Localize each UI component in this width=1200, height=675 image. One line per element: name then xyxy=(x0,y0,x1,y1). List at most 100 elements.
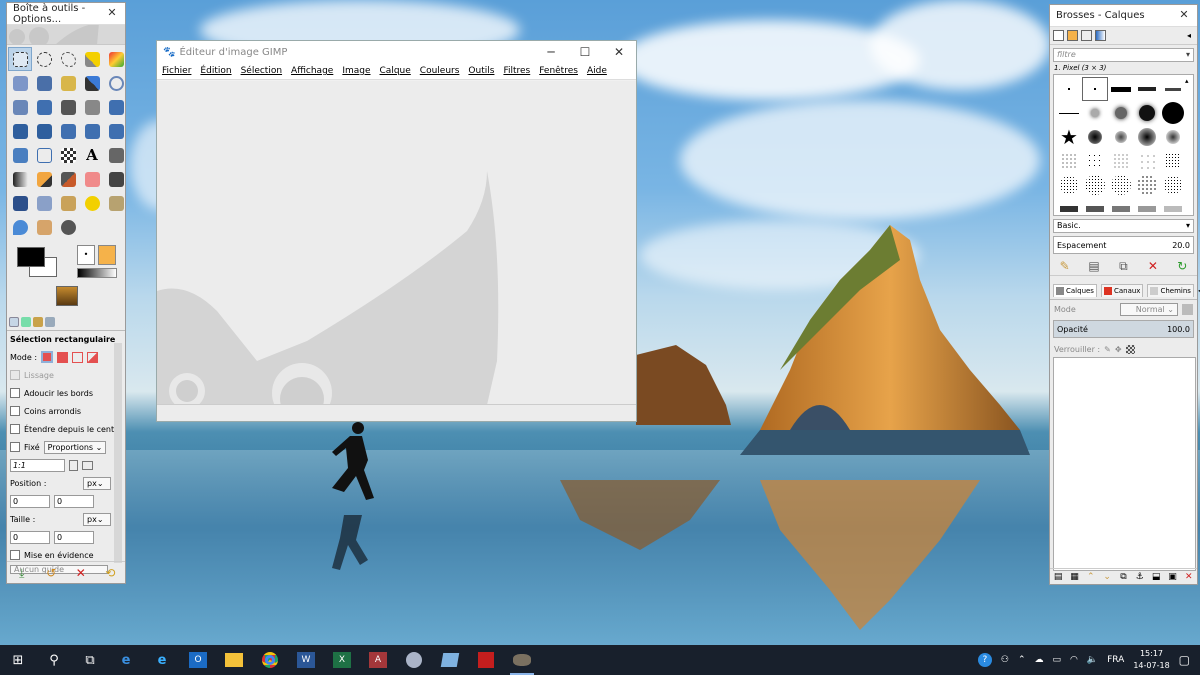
search-icon[interactable]: ⚲ xyxy=(36,645,72,675)
brush-item[interactable] xyxy=(1082,149,1108,173)
chevron-down-icon[interactable]: ▾ xyxy=(1186,220,1190,232)
menu-filtres[interactable]: Filtres xyxy=(503,66,530,76)
outlook-icon[interactable]: O xyxy=(180,645,216,675)
delete-options-icon[interactable]: ✕ xyxy=(75,567,87,579)
mode-intersect-icon[interactable] xyxy=(87,351,99,363)
menu-outils[interactable]: Outils xyxy=(468,66,494,76)
brush-item[interactable] xyxy=(1134,125,1160,149)
brush-item[interactable] xyxy=(1134,101,1160,125)
brush-preview[interactable]: • xyxy=(77,245,95,265)
dock-titlebar[interactable]: Brosses - Calques ✕ xyxy=(1050,5,1197,27)
tool-options-scrollbar[interactable] xyxy=(114,343,122,563)
merge-layer-icon[interactable]: ⬓ xyxy=(1150,571,1162,583)
brush-item[interactable] xyxy=(1160,173,1186,197)
clone-tool-icon[interactable] xyxy=(56,191,80,215)
coins-checkbox[interactable] xyxy=(10,406,20,416)
spacing-slider[interactable]: Espacement 20.0 xyxy=(1053,236,1194,254)
pattern-preview[interactable] xyxy=(98,245,116,265)
etendre-checkbox[interactable] xyxy=(10,424,20,434)
text-tool-icon[interactable]: A xyxy=(80,143,104,167)
brush-item[interactable] xyxy=(1108,173,1134,197)
mise-en-evidence-checkbox[interactable] xyxy=(10,550,20,560)
refresh-brushes-icon[interactable]: ↻ xyxy=(1176,260,1188,272)
opacity-slider[interactable]: Opacité 100.0 xyxy=(1053,320,1194,338)
airbrush-tool-icon[interactable] xyxy=(104,167,128,191)
network-icon[interactable]: ◠ xyxy=(1070,655,1078,665)
app-icon[interactable] xyxy=(396,645,432,675)
gradients-tab-icon[interactable] xyxy=(1095,30,1106,41)
brush-filter-input[interactable]: filtre ▾ xyxy=(1053,48,1194,62)
paintbrush-tool-icon[interactable] xyxy=(56,167,80,191)
brush-item[interactable] xyxy=(1108,197,1134,221)
brush-set-dropdown[interactable]: Basic. ▾ xyxy=(1053,219,1194,233)
color-picker-tool-icon[interactable] xyxy=(80,71,104,95)
brush-item[interactable] xyxy=(1082,77,1108,101)
anchor-layer-icon[interactable]: ⚓ xyxy=(1134,571,1146,583)
edge-icon[interactable]: e xyxy=(108,645,144,675)
lock-position-icon[interactable]: ✥ xyxy=(1115,345,1122,354)
brush-item[interactable] xyxy=(1056,173,1082,197)
brush-item[interactable] xyxy=(1108,125,1134,149)
brush-item[interactable] xyxy=(1056,101,1082,125)
save-options-icon[interactable]: ⤓ xyxy=(16,567,28,579)
new-layer-group-icon[interactable]: ▦ xyxy=(1068,571,1080,583)
proportions-dropdown[interactable]: Proportions ⌄ xyxy=(43,440,106,454)
rect-select-tool-icon[interactable] xyxy=(8,47,32,71)
chevron-down-icon[interactable]: ▾ xyxy=(1186,49,1190,61)
warp-tool-icon[interactable] xyxy=(8,143,32,167)
patterns-tab-icon[interactable] xyxy=(1067,30,1078,41)
move-tool-icon[interactable] xyxy=(32,95,56,119)
portrait-icon[interactable] xyxy=(69,459,78,471)
delete-layer-icon[interactable]: ✕ xyxy=(1183,571,1195,583)
onedrive-icon[interactable]: ☁ xyxy=(1035,655,1044,665)
scale-tool-icon[interactable] xyxy=(8,119,32,143)
menu-fenetres[interactable]: Fenêtres xyxy=(539,66,578,76)
size-w-field[interactable]: 0 xyxy=(10,530,50,544)
flip-tool-icon[interactable] xyxy=(80,119,104,143)
close-icon[interactable]: ✕ xyxy=(602,41,636,63)
blur-tool-icon[interactable] xyxy=(8,215,32,239)
heal-tool-icon[interactable] xyxy=(80,191,104,215)
gradient-preview[interactable] xyxy=(77,268,117,278)
brush-item[interactable] xyxy=(1056,149,1082,173)
scissors-tool-icon[interactable] xyxy=(8,71,32,95)
brush-item[interactable] xyxy=(1056,77,1082,101)
brush-item[interactable] xyxy=(1160,197,1186,221)
empty-canvas-drop-area[interactable] xyxy=(157,81,636,405)
align-tool-icon[interactable] xyxy=(56,95,80,119)
duplicate-brush-icon[interactable]: ⧉ xyxy=(1117,260,1129,272)
chevron-up-icon[interactable]: ⌃ xyxy=(1018,655,1026,665)
menu-edition[interactable]: Édition xyxy=(200,66,231,76)
notification-icon[interactable]: ▢ xyxy=(1179,653,1190,667)
brush-item[interactable] xyxy=(1082,197,1108,221)
fonts-tab-icon[interactable] xyxy=(1081,30,1092,41)
brush-item[interactable] xyxy=(1082,125,1108,149)
toolbox-titlebar[interactable]: Boîte à outils - Options... ✕ xyxy=(7,3,125,25)
position-unit-dropdown[interactable]: px⌄ xyxy=(83,476,111,490)
gimp-titlebar[interactable]: 🐾 Éditeur d'image GIMP ─ ☐ ✕ xyxy=(157,41,636,63)
mypaint-brush-tool-icon[interactable] xyxy=(32,191,56,215)
free-select-tool-icon[interactable] xyxy=(56,47,80,71)
brush-item[interactable] xyxy=(1082,173,1108,197)
brush-item[interactable] xyxy=(1160,77,1186,101)
landscape-icon[interactable] xyxy=(82,460,93,470)
brush-item[interactable] xyxy=(1134,197,1160,221)
brush-item[interactable] xyxy=(1134,149,1160,173)
brush-item[interactable] xyxy=(1160,125,1186,149)
foreground-select-tool-icon[interactable] xyxy=(32,71,56,95)
mode-replace-icon[interactable] xyxy=(41,351,54,363)
fixe-checkbox[interactable] xyxy=(10,442,20,452)
pencil-tool-icon[interactable] xyxy=(32,167,56,191)
active-image-thumbnail[interactable] xyxy=(56,286,78,306)
access-icon[interactable]: A xyxy=(360,645,396,675)
layers-list[interactable] xyxy=(1053,357,1196,571)
position-x-field[interactable]: 0 xyxy=(10,494,50,508)
restore-options-icon[interactable]: ↺ xyxy=(45,567,57,579)
brush-item[interactable] xyxy=(1134,77,1160,101)
close-icon[interactable]: ✕ xyxy=(1177,8,1191,22)
battery-icon[interactable]: ▭ xyxy=(1053,655,1062,665)
volume-icon[interactable]: 🔈 xyxy=(1087,655,1098,665)
perspective-tool-icon[interactable] xyxy=(56,119,80,143)
perspective-clone-tool-icon[interactable] xyxy=(104,191,128,215)
people-icon[interactable]: ⚇ xyxy=(1001,655,1009,665)
